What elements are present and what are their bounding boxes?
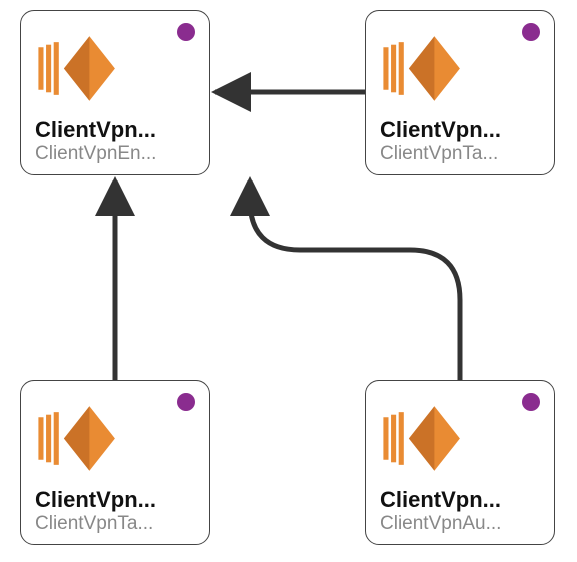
node-clientvpn-auth[interactable]: ClientVpn... ClientVpnAu... [365, 380, 555, 545]
node-subtitle: ClientVpnAu... [380, 513, 540, 536]
node-title: ClientVpn... [35, 117, 195, 143]
node-title: ClientVpn... [380, 487, 540, 513]
node-subtitle: ClientVpnEn... [35, 143, 195, 166]
edge-n3-n0 [250, 180, 460, 380]
node-subtitle: ClientVpnTa... [35, 513, 195, 536]
aws-resource-icon [35, 21, 195, 117]
node-clientvpn-target-2[interactable]: ClientVpn... ClientVpnTa... [20, 380, 210, 545]
node-clientvpn-endpoint[interactable]: ClientVpn... ClientVpnEn... [20, 10, 210, 175]
node-title: ClientVpn... [380, 117, 540, 143]
node-title: ClientVpn... [35, 487, 195, 513]
node-subtitle: ClientVpnTa... [380, 143, 540, 166]
node-clientvpn-target-1[interactable]: ClientVpn... ClientVpnTa... [365, 10, 555, 175]
aws-resource-icon [380, 21, 540, 117]
aws-resource-icon [380, 391, 540, 487]
aws-resource-icon [35, 391, 195, 487]
